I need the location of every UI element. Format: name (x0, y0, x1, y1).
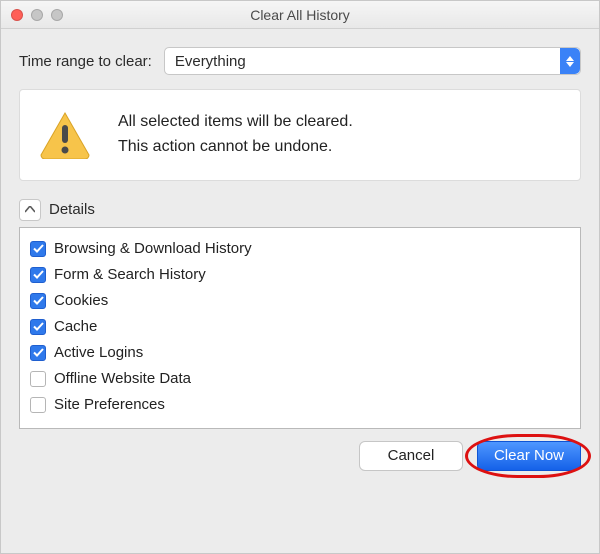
details-list: Browsing & Download History Form & Searc… (19, 227, 581, 429)
checkbox-label: Form & Search History (54, 266, 206, 283)
checkbox-label: Cache (54, 318, 97, 335)
cancel-button-label: Cancel (388, 447, 435, 464)
checkbox-label: Cookies (54, 292, 108, 309)
warning-line1: All selected items will be cleared. (118, 110, 353, 135)
checkbox-form-search-history[interactable] (30, 267, 46, 283)
close-window-button[interactable] (11, 9, 23, 21)
button-row: Cancel Clear Now (19, 441, 581, 471)
select-arrows-icon (560, 48, 580, 74)
chevron-up-icon (25, 206, 35, 213)
checkbox-site-preferences[interactable] (30, 397, 46, 413)
cancel-button[interactable]: Cancel (359, 441, 463, 471)
details-disclosure-button[interactable] (19, 199, 41, 221)
time-range-value: Everything (175, 53, 246, 70)
time-range-select[interactable]: Everything (164, 47, 581, 75)
check-row: Browsing & Download History (30, 236, 570, 262)
content-area: Time range to clear: Everything All sele… (1, 29, 599, 553)
checkbox-browsing-download-history[interactable] (30, 241, 46, 257)
warning-icon (38, 111, 92, 159)
check-row: Cookies (30, 288, 570, 314)
clear-now-button[interactable]: Clear Now (477, 441, 581, 471)
maximize-window-button[interactable] (51, 9, 63, 21)
warning-line2: This action cannot be undone. (118, 135, 353, 160)
titlebar: Clear All History (1, 1, 599, 29)
time-range-label: Time range to clear: (19, 53, 152, 70)
window-title: Clear All History (1, 7, 599, 23)
window: Clear All History Time range to clear: E… (0, 0, 600, 554)
check-row: Form & Search History (30, 262, 570, 288)
check-row: Active Logins (30, 340, 570, 366)
check-row: Site Preferences (30, 392, 570, 418)
details-header: Details (19, 199, 581, 221)
traffic-lights (11, 9, 63, 21)
checkbox-label: Active Logins (54, 344, 143, 361)
check-row: Cache (30, 314, 570, 340)
checkbox-offline-website-data[interactable] (30, 371, 46, 387)
clear-now-button-label: Clear Now (494, 447, 564, 464)
checkbox-label: Offline Website Data (54, 370, 191, 387)
check-row: Offline Website Data (30, 366, 570, 392)
checkbox-label: Site Preferences (54, 396, 165, 413)
minimize-window-button[interactable] (31, 9, 43, 21)
checkbox-cache[interactable] (30, 319, 46, 335)
checkbox-cookies[interactable] (30, 293, 46, 309)
checkbox-active-logins[interactable] (30, 345, 46, 361)
details-label: Details (49, 201, 95, 218)
time-range-row: Time range to clear: Everything (19, 47, 581, 75)
checkbox-label: Browsing & Download History (54, 240, 252, 257)
warning-box: All selected items will be cleared. This… (19, 89, 581, 181)
warning-text: All selected items will be cleared. This… (118, 110, 353, 160)
